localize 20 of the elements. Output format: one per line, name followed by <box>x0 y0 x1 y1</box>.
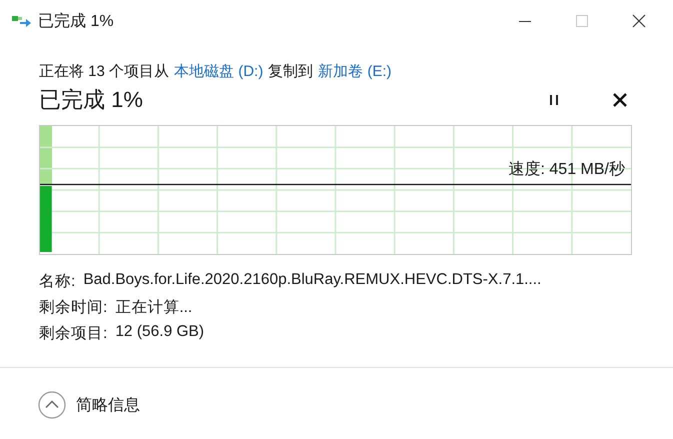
source-link[interactable]: 本地磁盘 (D:) <box>174 62 264 81</box>
speed-label: 速度: 451 MB/秒 <box>508 160 625 180</box>
progress-heading: 已完成 1% <box>39 86 144 114</box>
fewer-details-link[interactable]: 简略信息 <box>76 394 140 416</box>
speed-bar <box>40 186 52 252</box>
detail-value: 12 (56.9 GB) <box>115 323 204 342</box>
close-icon <box>631 13 647 29</box>
copy-icon <box>12 13 32 29</box>
maximize-icon <box>574 13 590 29</box>
detail-value: 正在计算... <box>115 298 192 318</box>
summary-text: 复制到 <box>268 62 314 81</box>
summary-text: 正在将 13 个项目从 <box>39 62 170 81</box>
detail-label: 剩余项目: <box>39 324 108 344</box>
chevron-up-icon[interactable] <box>38 391 66 419</box>
destination-link[interactable]: 新加卷 (E:) <box>318 62 392 81</box>
detail-label: 名称: <box>39 272 76 292</box>
window-title: 已完成 1% <box>38 12 115 32</box>
detail-label: 剩余时间: <box>39 298 108 318</box>
minimize-icon <box>519 20 531 22</box>
detail-value: Bad.Boys.for.Life.2020.2160p.BluRay.REMUX.HEVC.DTS-X.7.1.... <box>83 271 542 290</box>
